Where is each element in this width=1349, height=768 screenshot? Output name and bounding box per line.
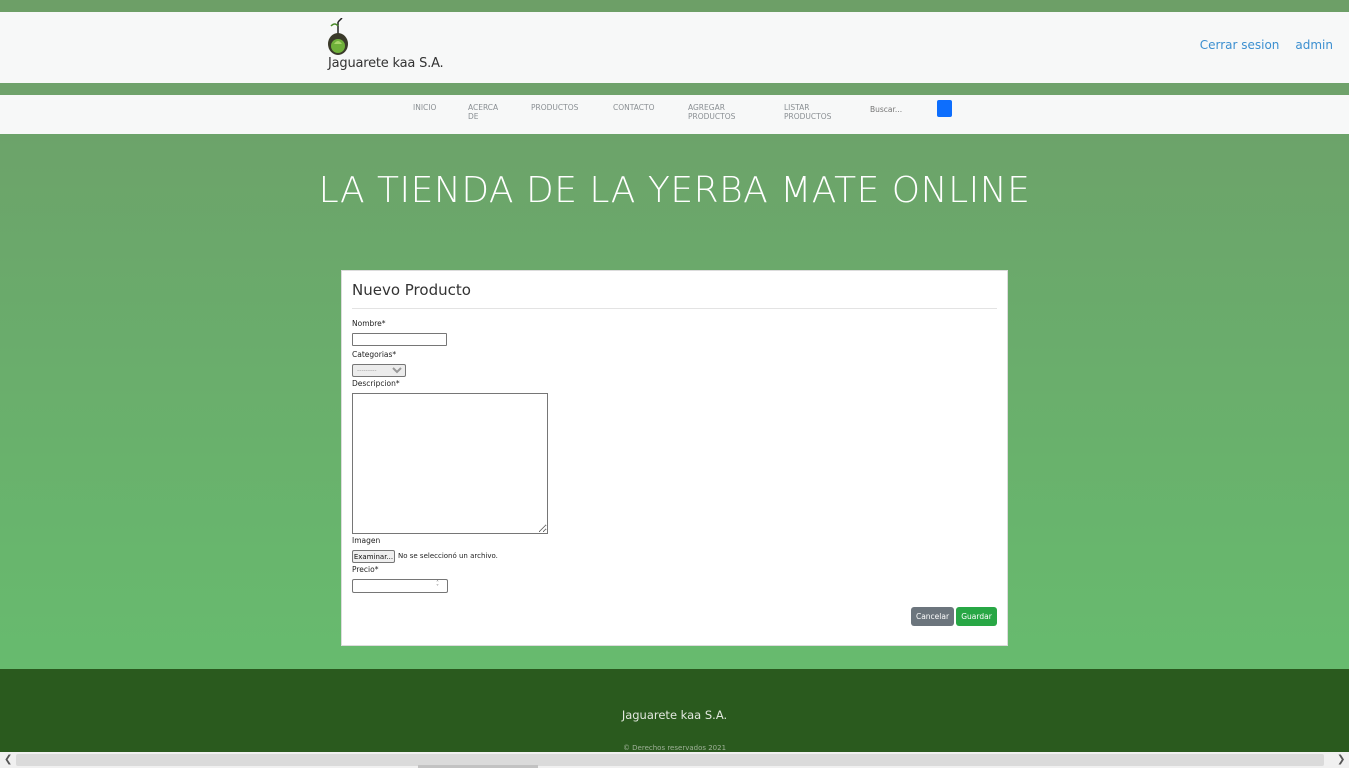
nav-item-acerca-de[interactable]: ACERCA DE <box>468 103 508 121</box>
site-header: Jaguarete kaa S.A. Cerrar sesion admin <box>0 12 1349 83</box>
categorias-select[interactable]: --------- <box>352 364 406 377</box>
precio-input[interactable] <box>352 579 448 593</box>
categorias-label: Categorias* <box>352 350 397 359</box>
logout-link[interactable]: Cerrar sesion <box>1200 38 1280 52</box>
cancel-button[interactable]: Cancelar <box>911 607 954 626</box>
new-product-form-card: Nuevo Producto Nombre* Categorias* -----… <box>341 270 1008 646</box>
nombre-input[interactable] <box>352 333 447 346</box>
number-spinner-icon[interactable]: ˄ ˅ <box>436 581 439 591</box>
file-browse-button[interactable]: Examinar... <box>352 550 395 563</box>
nav-item-listar-productos[interactable]: LISTAR PRODUCTOS <box>784 103 842 121</box>
precio-label: Precio* <box>352 565 379 574</box>
header-user-links: Cerrar sesion admin <box>1200 38 1333 52</box>
form-title-divider <box>352 308 997 309</box>
nombre-label: Nombre* <box>352 319 386 328</box>
nav-item-contacto[interactable]: CONTACTO <box>613 103 654 112</box>
yerba-mate-gourd-icon[interactable] <box>327 18 349 56</box>
save-button[interactable]: Guardar <box>956 607 997 626</box>
brand-name[interactable]: Jaguarete kaa S.A. <box>328 56 444 71</box>
descripcion-label: Descripcion* <box>352 379 400 388</box>
search-input[interactable] <box>868 103 932 116</box>
main-navbar: INICIO ACERCA DE PRODUCTOS CONTACTO AGRE… <box>0 95 1349 134</box>
middle-accent-strip <box>0 83 1349 95</box>
nav-item-productos[interactable]: PRODUCTOS <box>531 103 578 112</box>
page-title: LA TIENDA DE LA YERBA MATE ONLINE <box>318 170 1031 211</box>
search-button[interactable] <box>937 100 952 117</box>
scrollbar-thumb[interactable] <box>16 754 1324 766</box>
descripcion-textarea[interactable] <box>352 393 548 534</box>
scroll-right-icon[interactable]: ❯ <box>1337 754 1345 765</box>
top-accent-strip <box>0 0 1349 12</box>
nav-item-agregar-productos[interactable]: AGREGAR PRODUCTOS <box>688 103 750 121</box>
user-admin-link[interactable]: admin <box>1295 38 1333 52</box>
horizontal-scrollbar[interactable]: ❮ ❯ <box>0 752 1349 768</box>
footer-copyright: © Derechos reservados 2021 <box>622 744 727 752</box>
file-status-text: No se seleccionó un archivo. <box>398 552 498 560</box>
nav-item-inicio[interactable]: INICIO <box>413 103 436 112</box>
footer-brand: Jaguarete kaa S.A. <box>621 708 728 722</box>
form-title: Nuevo Producto <box>352 281 471 299</box>
scroll-left-icon[interactable]: ❮ <box>4 754 12 765</box>
site-footer: Jaguarete kaa S.A. © Derechos reservados… <box>0 669 1349 752</box>
imagen-label: Imagen <box>352 536 381 545</box>
